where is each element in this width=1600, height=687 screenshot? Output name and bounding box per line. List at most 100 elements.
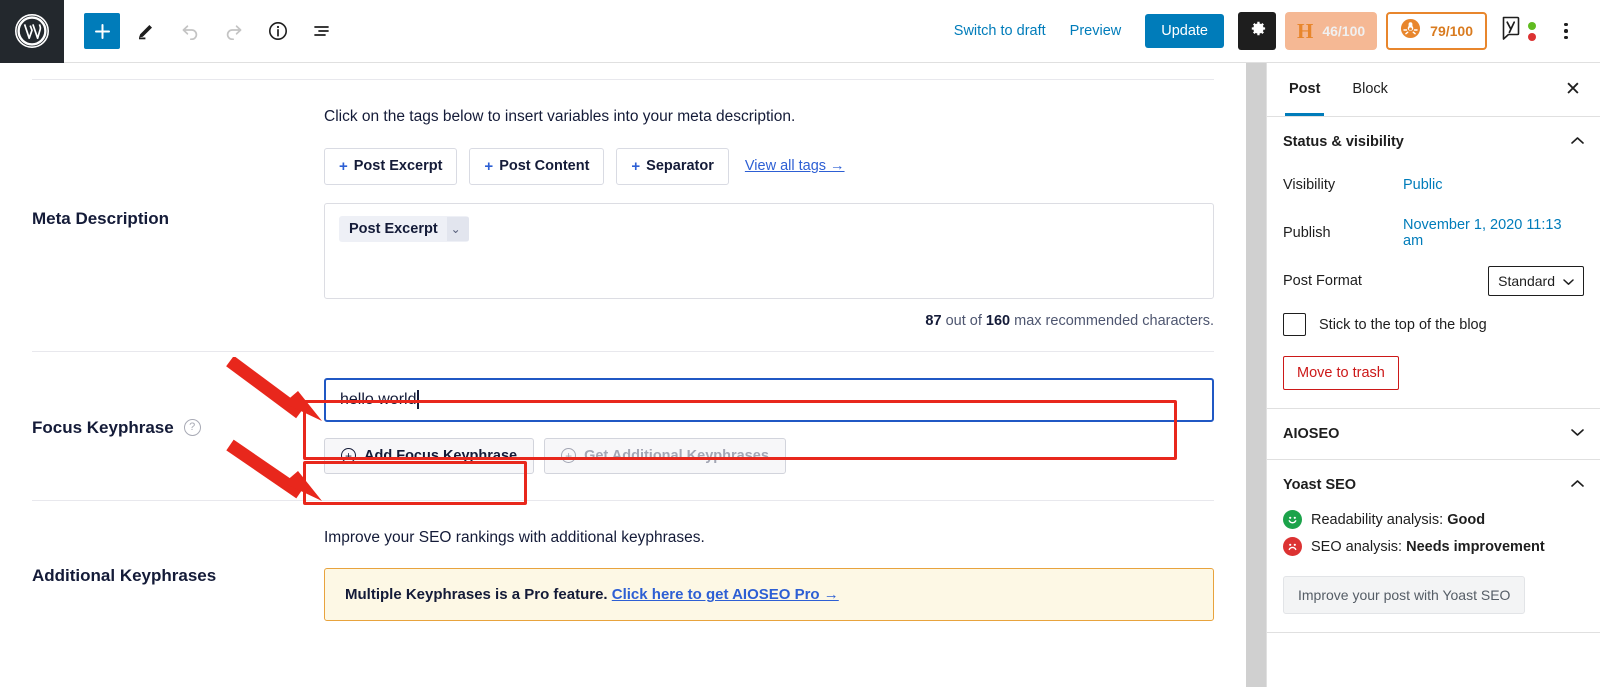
- meta-description-character-count: 87 out of 160 max recommended characters…: [324, 313, 1214, 329]
- yoast-dot-green-icon: [1528, 22, 1536, 30]
- add-block-button[interactable]: [84, 13, 120, 49]
- post-format-select[interactable]: Standard: [1488, 266, 1584, 296]
- more-options-button[interactable]: [1548, 13, 1584, 49]
- add-focus-keyphrase-button[interactable]: + Add Focus Keyphrase: [324, 438, 534, 474]
- plus-icon: +: [484, 158, 493, 175]
- publish-field: Publish November 1, 2020 11:13 am: [1283, 215, 1584, 251]
- list-view-button[interactable]: [304, 13, 340, 49]
- visibility-field: Visibility Public: [1283, 167, 1584, 203]
- plus-icon: +: [631, 158, 640, 175]
- collapse-icon[interactable]: [1571, 136, 1584, 148]
- toolbar-left-group: [64, 13, 340, 49]
- tab-block[interactable]: Block: [1336, 63, 1403, 116]
- view-all-tags-link[interactable]: View all tags →: [745, 158, 845, 174]
- sticky-post-row: Stick to the top of the blog: [1283, 313, 1584, 336]
- tab-post[interactable]: Post: [1273, 63, 1336, 116]
- undo-button[interactable]: [172, 13, 208, 49]
- question-mark-icon[interactable]: ?: [184, 419, 201, 436]
- aioseo-pro-link[interactable]: Click here to get AIOSEO Pro →: [612, 586, 839, 603]
- get-additional-keyphrases-button[interactable]: + Get Additional Keyphrases: [544, 438, 786, 474]
- visibility-value-button[interactable]: Public: [1403, 177, 1443, 193]
- smiley-green-icon: [1283, 510, 1302, 529]
- improve-post-yoast-button[interactable]: Improve your post with Yoast SEO: [1283, 576, 1525, 614]
- focus-keyphrase-input-wrap: hello world: [324, 378, 1214, 422]
- panel-status-visibility: Status & visibility Visibility Public Pu…: [1267, 117, 1600, 409]
- close-sidebar-button[interactable]: ✕: [1554, 71, 1592, 109]
- text-caret: [417, 390, 419, 409]
- gear-icon: [1248, 19, 1267, 43]
- yoast-dot-red-icon: [1528, 33, 1536, 41]
- move-to-trash-button[interactable]: Move to trash: [1283, 356, 1399, 390]
- focus-keyphrase-section: Focus Keyphrase ? hello world + Add Focu…: [0, 352, 1246, 474]
- character-count-max: 160: [986, 313, 1010, 329]
- chevron-down-icon[interactable]: ⌄: [447, 217, 469, 241]
- get-additional-keyphrases-label: Get Additional Keyphrases: [584, 448, 769, 464]
- close-icon: ✕: [1565, 78, 1581, 101]
- preview-button[interactable]: Preview: [1058, 17, 1134, 45]
- meta-description-tag-row: + Post Excerpt + Post Content + Separato…: [324, 148, 1214, 185]
- expand-icon[interactable]: [1571, 428, 1584, 440]
- tag-post-excerpt-button[interactable]: + Post Excerpt: [324, 148, 457, 185]
- aioseo-score-value: 79/100: [1430, 23, 1473, 39]
- info-button[interactable]: [260, 13, 296, 49]
- panel-title: Yoast SEO: [1283, 477, 1356, 493]
- kebab-menu-icon: [1564, 23, 1568, 27]
- settings-button[interactable]: [1238, 12, 1276, 50]
- panel-aioseo-header[interactable]: AIOSEO: [1283, 409, 1584, 459]
- aioseo-logo-icon: [1400, 18, 1421, 44]
- character-count-mid: out of: [942, 313, 986, 329]
- character-count-suffix: max recommended characters.: [1010, 313, 1214, 329]
- vertical-scrollbar[interactable]: [1246, 63, 1266, 687]
- headline-score-badge[interactable]: H 46/100: [1285, 12, 1377, 50]
- aioseo-score-badge[interactable]: 79/100: [1386, 12, 1487, 50]
- focus-keyphrase-label: Focus Keyphrase: [32, 418, 174, 438]
- seo-analysis-row[interactable]: SEO analysis: Needs improvement: [1283, 537, 1584, 556]
- add-focus-keyphrase-label: Add Focus Keyphrase: [364, 448, 517, 464]
- seo-value: Needs improvement: [1406, 539, 1545, 555]
- publish-label: Publish: [1283, 225, 1403, 241]
- chevron-down-icon: [1563, 273, 1574, 289]
- collapse-icon[interactable]: [1571, 479, 1584, 491]
- redo-button[interactable]: [216, 13, 252, 49]
- update-button[interactable]: Update: [1145, 14, 1224, 48]
- character-count-value: 87: [925, 313, 941, 329]
- panel-status-visibility-header[interactable]: Status & visibility: [1283, 117, 1584, 167]
- readability-prefix: Readability analysis:: [1311, 512, 1447, 528]
- meta-description-helper: Click on the tags below to insert variab…: [324, 106, 1214, 128]
- sticky-post-checkbox[interactable]: [1283, 313, 1306, 336]
- focus-keyphrase-input[interactable]: hello world: [324, 378, 1214, 422]
- seo-prefix: SEO analysis:: [1311, 539, 1406, 555]
- chip-label: Post Excerpt: [339, 216, 447, 242]
- meta-description-section: Meta Description Click on the tags below…: [0, 80, 1246, 329]
- plus-icon: +: [339, 158, 348, 175]
- publish-date-button[interactable]: November 1, 2020 11:13 am: [1403, 217, 1584, 249]
- readability-analysis-text: Readability analysis: Good: [1311, 512, 1485, 528]
- meta-description-editor[interactable]: Post Excerpt ⌄: [324, 203, 1214, 299]
- sticky-post-label[interactable]: Stick to the top of the blog: [1319, 317, 1487, 333]
- edit-pencil-button[interactable]: [128, 13, 164, 49]
- post-excerpt-chip[interactable]: Post Excerpt ⌄: [339, 216, 469, 242]
- h-letter-icon: H: [1297, 21, 1313, 42]
- panel-yoast-seo-body: Readability analysis: Good SEO analysis:…: [1283, 510, 1584, 632]
- yoast-sidebar-button[interactable]: [1497, 12, 1540, 50]
- headline-score-value: 46/100: [1322, 23, 1365, 39]
- pro-callout-text: Multiple Keyphrases is a Pro feature.: [345, 586, 612, 603]
- tag-post-content-button[interactable]: + Post Content: [469, 148, 604, 185]
- focus-keyphrase-value: hello world: [340, 391, 416, 409]
- yoast-status-dots: [1528, 22, 1536, 41]
- post-format-label: Post Format: [1283, 273, 1403, 289]
- post-format-field: Post Format Standard: [1283, 263, 1584, 299]
- tag-label: Post Excerpt: [354, 158, 443, 174]
- visibility-label: Visibility: [1283, 177, 1403, 193]
- panel-yoast-seo-header[interactable]: Yoast SEO: [1283, 460, 1584, 510]
- focus-keyphrase-button-row: + Add Focus Keyphrase + Get Additional K…: [324, 438, 1214, 474]
- circle-plus-icon: +: [561, 448, 576, 463]
- panel-yoast-seo: Yoast SEO Readability analysis: Good: [1267, 460, 1600, 633]
- editor-toolbar: Switch to draft Preview Update H 46/100: [0, 0, 1600, 63]
- post-settings-sidebar: Post Block ✕ Status & visibility Visibil…: [1266, 63, 1600, 687]
- switch-to-draft-button[interactable]: Switch to draft: [942, 17, 1058, 45]
- panel-title: Status & visibility: [1283, 134, 1404, 150]
- wordpress-logo-button[interactable]: [0, 0, 64, 63]
- tag-separator-button[interactable]: + Separator: [616, 148, 728, 185]
- readability-analysis-row[interactable]: Readability analysis: Good: [1283, 510, 1584, 529]
